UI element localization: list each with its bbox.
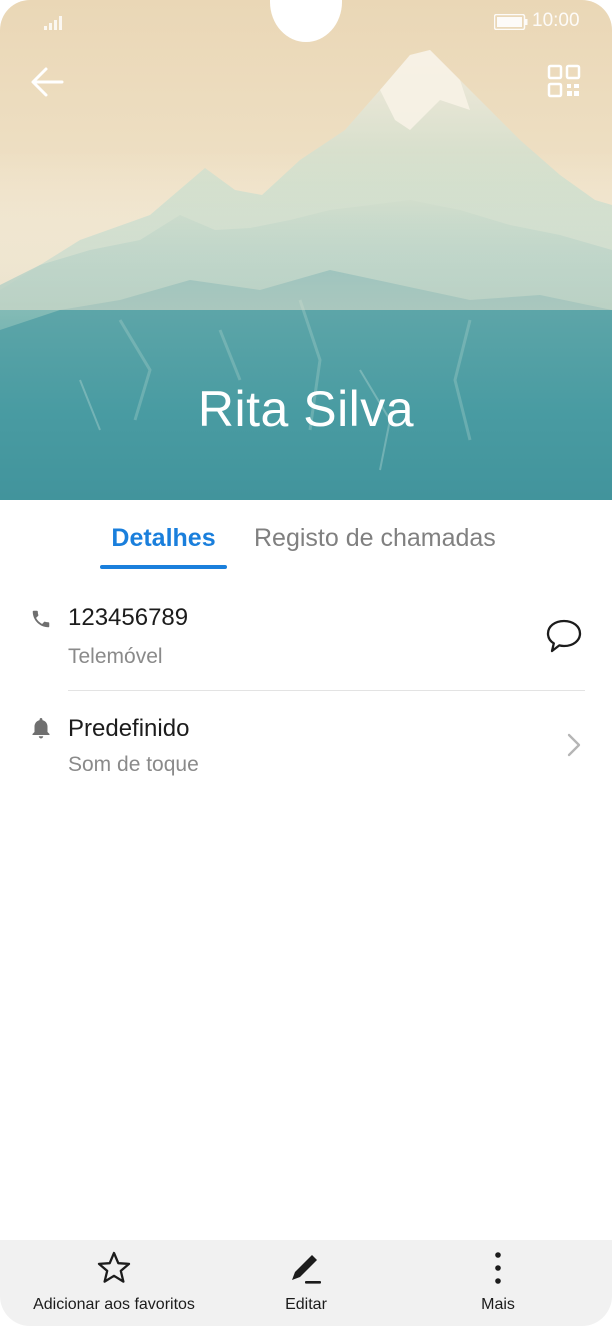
edit-label: Editar bbox=[285, 1296, 327, 1313]
tab-call-log[interactable]: Registo de chamadas bbox=[254, 524, 496, 553]
active-tab-indicator bbox=[100, 565, 227, 569]
add-to-favorites-label: Adicionar aos favoritos bbox=[33, 1296, 195, 1313]
edit-button[interactable]: Editar bbox=[256, 1240, 356, 1326]
contact-header: 10:00 Rita Silva bbox=[0, 0, 612, 500]
more-vertical-icon bbox=[495, 1252, 501, 1284]
contact-details-screen: 10:00 Rita Silva Detalhes Registo de cha… bbox=[0, 0, 612, 1326]
ringtone-label: Som de toque bbox=[68, 753, 199, 776]
star-icon bbox=[97, 1251, 131, 1283]
more-button[interactable]: Mais bbox=[448, 1240, 548, 1326]
ringtone-value: Predefinido bbox=[68, 715, 190, 742]
edit-pencil-icon bbox=[292, 1255, 321, 1284]
phone-icon bbox=[32, 610, 50, 628]
phone-number: 123456789 bbox=[68, 604, 189, 631]
back-button[interactable] bbox=[28, 62, 68, 102]
back-arrow-icon bbox=[31, 67, 64, 97]
signal-icon bbox=[44, 16, 62, 30]
more-label: Mais bbox=[481, 1296, 515, 1313]
bottom-action-bar: Adicionar aos favoritos Editar Mais bbox=[0, 1240, 612, 1326]
row-divider bbox=[68, 690, 585, 691]
qr-code-button[interactable] bbox=[544, 62, 584, 102]
message-icon bbox=[546, 619, 582, 653]
chevron-right-icon bbox=[567, 733, 581, 757]
bell-icon bbox=[32, 718, 50, 739]
battery-icon bbox=[494, 14, 528, 30]
add-to-favorites-button[interactable]: Adicionar aos favoritos bbox=[15, 1240, 213, 1326]
qr-code-icon bbox=[547, 64, 581, 98]
status-time: 10:00 bbox=[532, 10, 580, 31]
phone-type: Telemóvel bbox=[68, 645, 163, 668]
tab-details[interactable]: Detalhes bbox=[100, 524, 227, 553]
send-message-button[interactable] bbox=[544, 616, 584, 656]
contact-name: Rita Silva bbox=[197, 381, 415, 437]
